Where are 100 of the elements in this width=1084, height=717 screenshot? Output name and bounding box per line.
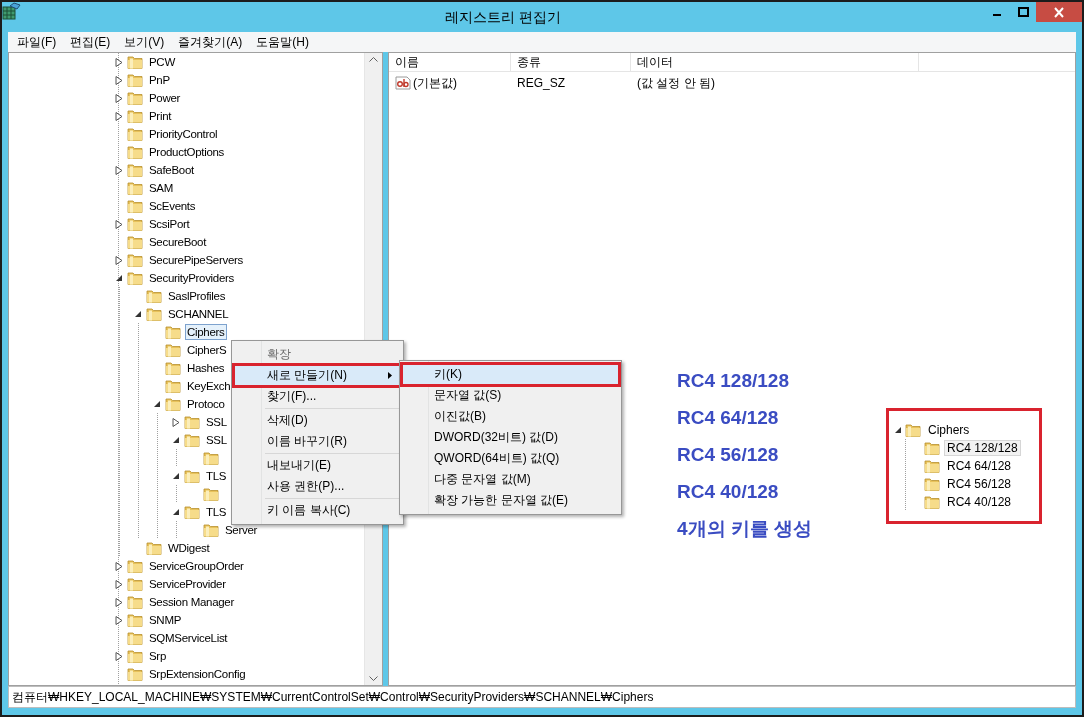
close-button[interactable] xyxy=(1036,2,1082,22)
folder-icon xyxy=(127,649,143,663)
folder-icon xyxy=(924,495,940,509)
expanded-arrow-icon[interactable] xyxy=(153,400,161,408)
maximize-icon xyxy=(1017,7,1029,17)
column-header[interactable]: 이름 xyxy=(389,53,511,71)
folder-icon xyxy=(127,127,143,141)
folder-icon xyxy=(127,577,143,591)
folder-icon xyxy=(127,109,143,123)
annotation-text: RC4 56/128 xyxy=(677,444,780,466)
tree-item: RC4 64/128 xyxy=(946,458,1013,474)
column-header[interactable]: 종류 xyxy=(511,53,631,71)
folder-icon xyxy=(924,441,940,455)
annotation-text: 4개의 키를 생성 xyxy=(677,518,813,540)
folder-icon xyxy=(146,307,162,321)
collapsed-arrow-icon[interactable] xyxy=(115,255,123,265)
minimize-icon xyxy=(993,14,1001,16)
folder-icon xyxy=(127,91,143,105)
folder-icon xyxy=(165,325,181,339)
string-value-icon xyxy=(395,76,411,90)
folder-icon xyxy=(127,73,143,87)
collapsed-arrow-icon[interactable] xyxy=(115,219,123,229)
folder-icon xyxy=(127,631,143,645)
tree-item[interactable]: Ciphers xyxy=(185,324,227,340)
folder-icon xyxy=(203,523,219,537)
folder-icon xyxy=(184,415,200,429)
tree-item: RC4 128/128 xyxy=(944,440,1021,456)
menu-item[interactable]: 사용 권한(P)... xyxy=(234,476,401,497)
table-cell: (기본값) xyxy=(413,74,457,92)
folder-icon xyxy=(127,181,143,195)
window-title: 레지스트리 편집기 xyxy=(445,9,561,27)
annotation-text: RC4 128/128 xyxy=(677,370,790,392)
collapsed-arrow-icon[interactable] xyxy=(172,417,180,427)
collapsed-arrow-icon[interactable] xyxy=(115,75,123,85)
menu-item[interactable]: 찾기(F)... xyxy=(234,386,401,407)
menu-item[interactable]: 다중 문자열 값(M) xyxy=(402,469,619,490)
folder-icon xyxy=(924,477,940,491)
collapsed-arrow-icon[interactable] xyxy=(115,615,123,625)
menu-item[interactable]: 새로 만들기(N) xyxy=(234,365,401,386)
folder-icon xyxy=(127,145,143,159)
folder-icon xyxy=(127,253,143,267)
folder-icon xyxy=(127,55,143,69)
expanded-arrow-icon[interactable] xyxy=(115,274,123,282)
collapsed-arrow-icon[interactable] xyxy=(115,561,123,571)
collapsed-arrow-icon[interactable] xyxy=(115,651,123,661)
folder-icon xyxy=(127,613,143,627)
folder-icon xyxy=(127,595,143,609)
tree-item: RC4 40/128 xyxy=(946,494,1013,510)
annotation-text: RC4 40/128 xyxy=(677,481,780,503)
menu-item[interactable]: 이진값(B) xyxy=(402,406,619,427)
collapsed-arrow-icon[interactable] xyxy=(115,111,123,121)
menu-item[interactable]: 키 이름 복사(C) xyxy=(234,500,401,521)
folder-icon xyxy=(127,163,143,177)
close-icon xyxy=(1053,6,1065,18)
expanded-arrow-icon[interactable] xyxy=(172,472,180,480)
menu-item[interactable]: 즐겨찾기(A) xyxy=(171,33,250,51)
expanded-arrow-icon[interactable] xyxy=(172,436,180,444)
expanded-arrow-icon[interactable] xyxy=(134,310,142,318)
collapsed-arrow-icon[interactable] xyxy=(115,579,123,589)
menu-item[interactable]: 이름 바꾸기(R) xyxy=(234,431,401,452)
annotation-text: RC4 64/128 xyxy=(677,407,780,429)
menu-item[interactable]: 도움말(H) xyxy=(249,33,316,51)
tree-item: RC4 56/128 xyxy=(946,476,1013,492)
folder-icon xyxy=(184,505,200,519)
folder-icon xyxy=(165,379,181,393)
folder-icon xyxy=(165,397,181,411)
expanded-arrow-icon[interactable] xyxy=(172,508,180,516)
folder-icon xyxy=(165,361,181,375)
menu-item[interactable]: 키(K) xyxy=(402,364,619,385)
folder-icon xyxy=(127,199,143,213)
folder-icon xyxy=(127,217,143,231)
menu-item[interactable]: QWORD(64비트) 값(Q) xyxy=(402,448,619,469)
folder-icon xyxy=(127,667,143,681)
menu-item[interactable]: 보기(V) xyxy=(117,33,172,51)
table-cell-text: REG_SZ xyxy=(516,75,566,92)
collapsed-arrow-icon[interactable] xyxy=(115,93,123,103)
folder-icon xyxy=(924,459,940,473)
menu-item[interactable]: DWORD(32비트) 값(D) xyxy=(402,427,619,448)
folder-icon xyxy=(184,469,200,483)
folder-icon xyxy=(184,433,200,447)
collapsed-arrow-icon[interactable] xyxy=(115,165,123,175)
folder-icon xyxy=(127,271,143,285)
menu-item[interactable]: 편집(E) xyxy=(63,33,118,51)
column-header[interactable]: 데이터 xyxy=(631,53,919,71)
folder-icon xyxy=(127,559,143,573)
menu-item[interactable]: 내보내기(E) xyxy=(234,455,401,476)
app-icon xyxy=(2,2,22,20)
folder-icon xyxy=(146,541,162,555)
folder-icon xyxy=(127,235,143,249)
table-cell-text: (값 설정 안 됨) xyxy=(636,74,716,92)
scroll-down-icon xyxy=(369,676,378,681)
menu-item[interactable]: 확장 가능한 문자열 값(E) xyxy=(402,490,619,511)
collapsed-arrow-icon[interactable] xyxy=(115,57,123,67)
menu-item[interactable]: 삭제(D) xyxy=(234,410,401,431)
folder-icon xyxy=(146,289,162,303)
collapsed-arrow-icon[interactable] xyxy=(115,597,123,607)
status-text: 컴퓨터₩HKEY_LOCAL_MACHINE₩SYSTEM₩CurrentControlSet₩Control₩SecurityProviders₩SCHANNEL₩Ciphers xyxy=(12,688,654,706)
menu-item[interactable]: 문자열 값(S) xyxy=(402,385,619,406)
tree-item: Ciphers xyxy=(927,422,971,438)
menu-item[interactable]: 파일(F) xyxy=(10,33,64,51)
